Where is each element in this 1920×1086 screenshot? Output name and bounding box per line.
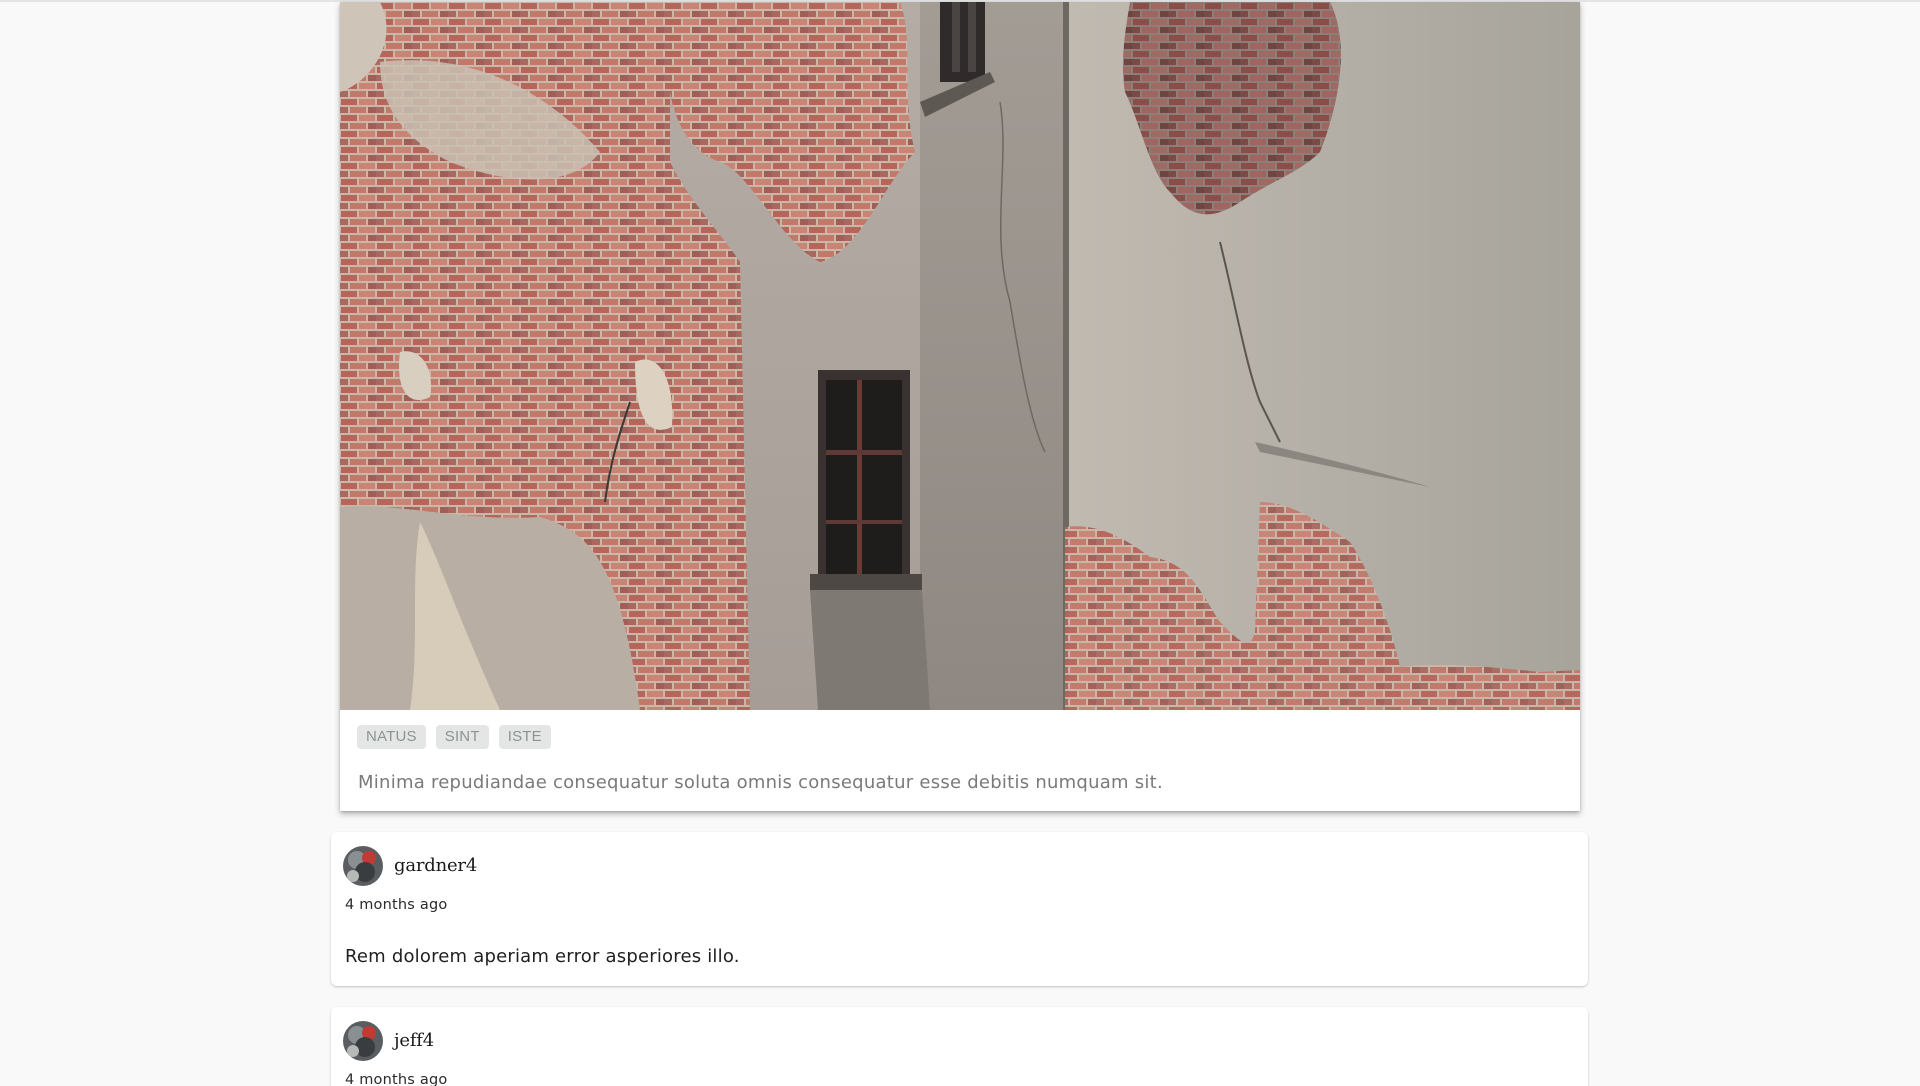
comment-card: gardner4 4 months ago Rem dolorem aperia… (331, 832, 1588, 986)
page: NATUS SINT ISTE Minima repudiandae conse… (0, 0, 1920, 1086)
post-description: Minima repudiandae consequatur soluta om… (358, 772, 1163, 793)
tag[interactable]: NATUS (357, 725, 426, 749)
post-card: NATUS SINT ISTE Minima repudiandae conse… (340, 2, 1580, 811)
comment-timestamp: 4 months ago (345, 897, 448, 913)
comment-card: jeff4 4 months ago (331, 1007, 1588, 1086)
avatar[interactable] (343, 846, 383, 886)
tag[interactable]: ISTE (498, 725, 551, 749)
comment-timestamp: 4 months ago (345, 1072, 448, 1086)
comment-username[interactable]: jeff4 (394, 1030, 434, 1051)
avatar[interactable] (343, 1021, 383, 1061)
comment-text: Rem dolorem aperiam error asperiores ill… (345, 946, 740, 967)
tag-list: NATUS SINT ISTE (357, 725, 551, 749)
post-image[interactable] (340, 2, 1580, 710)
comment-username[interactable]: gardner4 (394, 855, 477, 876)
tag[interactable]: SINT (435, 725, 489, 749)
